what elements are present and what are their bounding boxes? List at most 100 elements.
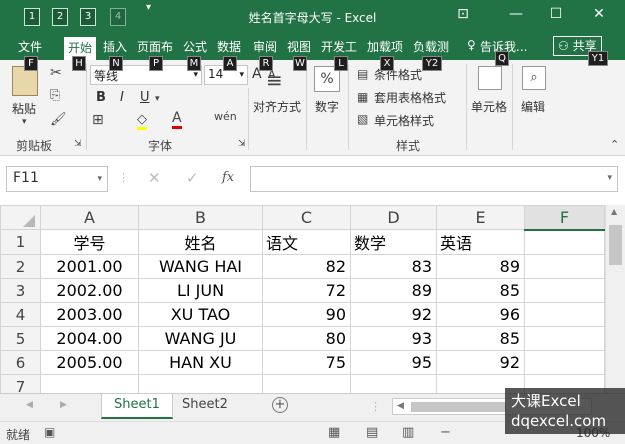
cell[interactable] [524, 302, 605, 327]
cell[interactable] [524, 254, 605, 279]
cell[interactable]: 95 [350, 350, 437, 375]
cell[interactable]: WANG HAI [138, 254, 263, 279]
cell[interactable]: 2003.00 [40, 302, 139, 327]
row-header[interactable]: 7 [0, 374, 41, 393]
cell[interactable]: 90 [262, 302, 351, 327]
scroll-left-icon[interactable]: ◀ [26, 400, 33, 410]
copy-icon[interactable]: ⎘ [50, 88, 60, 103]
font-name-combo[interactable]: 等线 ▾ [90, 65, 202, 85]
cut-icon[interactable]: ✂ [50, 65, 62, 81]
cell[interactable] [138, 374, 263, 393]
tab-load-test[interactable]: 负载测 [413, 38, 449, 55]
cell[interactable]: 93 [350, 326, 437, 351]
row-header[interactable]: 3 [0, 278, 41, 303]
cell[interactable]: 英语 [436, 229, 525, 255]
vertical-scrollbar[interactable]: ▲ [605, 205, 625, 393]
cell-styles-button[interactable]: 单元格样式 [374, 112, 434, 129]
tab-split-dots[interactable]: ⋮ [370, 400, 381, 413]
row-header[interactable]: 6 [0, 350, 41, 375]
cell[interactable]: 姓名 [138, 229, 263, 255]
normal-view-icon[interactable]: ▦ [328, 425, 340, 440]
worksheet-grid[interactable]: A B C D E F 1 学号 姓名 语文 数学 英语 2 2001.00 WANG HAI… [0, 205, 605, 393]
cell[interactable]: 89 [350, 278, 437, 303]
tab-insert[interactable]: 插入 [103, 38, 127, 55]
tab-view[interactable]: 视图 [287, 38, 311, 55]
paste-dropdown-icon[interactable]: ▾ [22, 117, 27, 127]
tab-review[interactable]: 审阅 [253, 38, 277, 55]
cell[interactable]: 2002.00 [40, 278, 139, 303]
ribbon-display-icon[interactable]: ⊡ [452, 6, 474, 22]
scroll-right-icon[interactable]: ▶ [60, 400, 67, 410]
editing-button[interactable]: 编辑 [521, 98, 545, 115]
bold-button[interactable]: B [96, 90, 106, 105]
cell[interactable]: 数学 [350, 229, 437, 255]
tab-file[interactable]: 文件 [18, 38, 42, 55]
number-button[interactable]: 数字 [315, 98, 339, 115]
tab-addins[interactable]: 加载项 [367, 38, 403, 55]
cell[interactable]: 75 [262, 350, 351, 375]
tab-developer[interactable]: 开发工 [321, 38, 357, 55]
cell[interactable]: WANG JU [138, 326, 263, 351]
select-all-corner[interactable] [0, 205, 41, 230]
chevron-down-icon[interactable]: ▾ [97, 174, 102, 184]
cell[interactable]: 72 [262, 278, 351, 303]
minimize-button[interactable]: — [505, 6, 527, 22]
font-launcher-icon[interactable]: ⇲ [238, 139, 246, 149]
cell[interactable]: 80 [262, 326, 351, 351]
paste-button[interactable]: 粘贴 [12, 100, 36, 117]
cell[interactable] [524, 278, 605, 303]
formula-input[interactable]: ▾ [250, 166, 618, 192]
cell[interactable]: 92 [350, 302, 437, 327]
scroll-up-icon[interactable]: ▲ [611, 207, 617, 216]
cell[interactable]: 2005.00 [40, 350, 139, 375]
italic-button[interactable]: I [120, 90, 124, 105]
chevron-down-icon[interactable]: ▾ [607, 173, 612, 183]
font-color-icon[interactable]: A [172, 110, 182, 129]
tab-page-layout[interactable]: 页面布 [137, 38, 173, 55]
close-button[interactable]: ✕ [588, 6, 610, 22]
cell[interactable] [524, 326, 605, 351]
column-header[interactable]: D [350, 205, 437, 230]
column-header-selected[interactable]: F [524, 205, 605, 231]
cell[interactable]: LI JUN [138, 278, 263, 303]
cell[interactable]: XU TAO [138, 302, 263, 327]
scroll-thumb[interactable] [609, 225, 622, 265]
cell[interactable]: 92 [436, 350, 525, 375]
cell[interactable] [262, 374, 351, 393]
cell[interactable]: 96 [436, 302, 525, 327]
cell[interactable]: HAN XU [138, 350, 263, 375]
format-painter-icon[interactable]: 🖌 [50, 112, 67, 127]
underline-dropdown-icon[interactable]: ▾ [155, 94, 160, 104]
enter-icon[interactable]: ✓ [186, 169, 199, 187]
clipboard-launcher-icon[interactable]: ⇲ [74, 139, 82, 149]
sheet-tab-1[interactable]: Sheet1 [101, 394, 173, 419]
fill-color-icon[interactable]: ◇ [137, 112, 147, 130]
column-header[interactable]: B [138, 205, 263, 230]
maximize-button[interactable]: ☐ [545, 6, 567, 22]
cell[interactable]: 2004.00 [40, 326, 139, 351]
underline-button[interactable]: U [140, 90, 150, 105]
cell[interactable]: 学号 [40, 229, 139, 255]
cell[interactable] [40, 374, 139, 393]
cell[interactable]: 85 [436, 278, 525, 303]
tab-data[interactable]: 数据 [217, 38, 241, 55]
row-header[interactable]: 4 [0, 302, 41, 327]
row-header[interactable]: 1 [0, 229, 41, 255]
cell[interactable]: 语文 [262, 229, 351, 255]
insert-function-button[interactable]: fx [222, 170, 234, 185]
collapse-ribbon-icon[interactable]: ⌃ [610, 138, 619, 151]
cell[interactable] [350, 374, 437, 393]
column-header[interactable]: C [262, 205, 351, 230]
name-box[interactable]: F11 ▾ [6, 166, 108, 192]
hscroll-thumb[interactable] [411, 402, 506, 412]
hscroll-left-icon[interactable]: ◀ [397, 401, 404, 411]
sheet-tab-2[interactable]: Sheet2 [170, 394, 240, 419]
cell[interactable] [524, 350, 605, 375]
column-header[interactable]: E [436, 205, 525, 230]
phonetic-icon[interactable]: wén [214, 110, 237, 123]
cell[interactable]: 82 [262, 254, 351, 279]
alignment-button[interactable]: 对齐方式 [253, 98, 301, 115]
tab-formulas[interactable]: 公式 [183, 38, 207, 55]
cell[interactable]: 85 [436, 326, 525, 351]
cell[interactable]: 2001.00 [40, 254, 139, 279]
